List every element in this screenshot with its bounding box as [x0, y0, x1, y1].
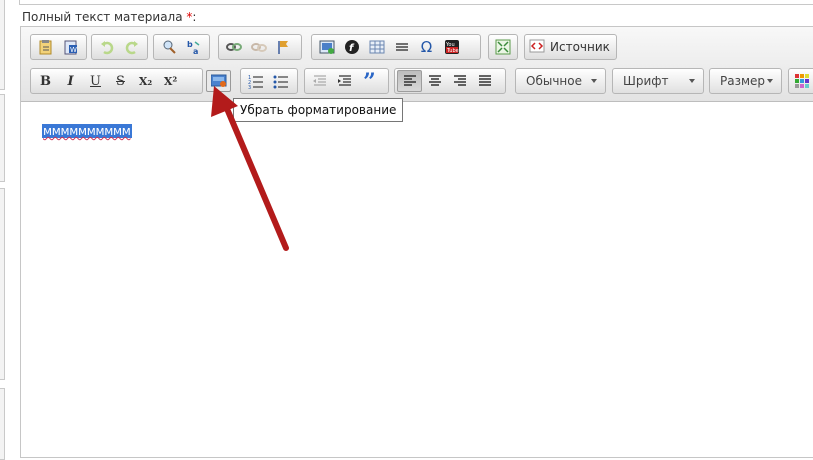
annotation-arrow	[211, 86, 289, 251]
